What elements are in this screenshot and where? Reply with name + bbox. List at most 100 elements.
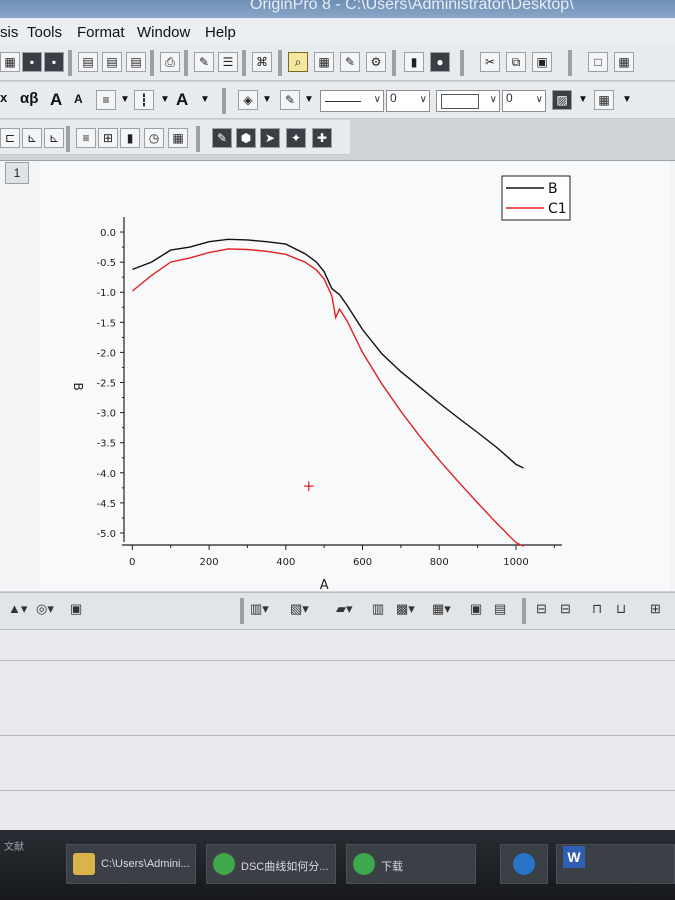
greek-button[interactable]: αβ bbox=[20, 90, 38, 107]
dropdown-arrow-icon[interactable]: ▼ bbox=[304, 94, 314, 105]
columns-icon[interactable]: ▥ bbox=[372, 601, 384, 619]
menu-tools[interactable]: Tools bbox=[27, 24, 62, 41]
plot-3d-icon[interactable]: ▰▾ bbox=[336, 601, 353, 619]
align-icon[interactable]: ≡ bbox=[96, 90, 116, 110]
layer-icon[interactable]: ⊏ bbox=[0, 128, 20, 148]
toolbar-separator bbox=[196, 126, 200, 152]
legend-group: B C1 bbox=[501, 175, 571, 221]
multi-plot-icon[interactable]: ▩▾ bbox=[396, 601, 415, 619]
copy-icon[interactable]: ⧉ bbox=[506, 52, 526, 72]
target-icon[interactable]: ◎▾ bbox=[36, 601, 54, 619]
dropdown-arrow-icon[interactable]: ▼ bbox=[622, 94, 632, 105]
cube-icon[interactable]: ▣ bbox=[70, 601, 82, 619]
import-wizard-icon[interactable]: ▤ bbox=[126, 52, 146, 72]
clock-icon[interactable]: ◷ bbox=[144, 128, 164, 148]
cloud-icon bbox=[513, 853, 535, 875]
menu-format[interactable]: Format bbox=[77, 24, 125, 41]
mask-icon[interactable]: ⬢ bbox=[236, 128, 256, 148]
print-icon[interactable]: ⎙ bbox=[160, 52, 180, 72]
distribute-icon[interactable]: ⊞ bbox=[650, 601, 661, 619]
column-icon[interactable]: ▮ bbox=[120, 128, 140, 148]
brush-icon[interactable]: ✎ bbox=[212, 128, 232, 148]
font-color-icon[interactable]: A bbox=[176, 90, 188, 110]
new-icon[interactable]: ▦ bbox=[0, 52, 20, 72]
refresh-icon[interactable]: ● bbox=[430, 52, 450, 72]
frame-icon[interactable]: ▣ bbox=[470, 601, 482, 619]
code-builder-icon[interactable]: ✎ bbox=[340, 52, 360, 72]
pattern-bars-icon[interactable]: ┇ bbox=[134, 90, 154, 110]
notes-icon[interactable]: ✎ bbox=[194, 52, 214, 72]
fill-sample bbox=[441, 94, 479, 109]
results-log-icon[interactable]: ▦ bbox=[314, 52, 334, 72]
add-layer-icon[interactable]: ▮ bbox=[404, 52, 424, 72]
hatch-pattern-icon[interactable]: ▨ bbox=[552, 90, 572, 110]
import-ascii-icon[interactable]: ▤ bbox=[78, 52, 98, 72]
increase-font-icon[interactable]: A bbox=[50, 90, 62, 110]
cut-icon[interactable]: ✂ bbox=[480, 52, 500, 72]
new-matrix-icon[interactable]: ▦ bbox=[614, 52, 634, 72]
subscript-icon[interactable]: x bbox=[0, 90, 7, 105]
line-color-icon[interactable]: ✎ bbox=[280, 90, 300, 110]
axis-layer-2-icon[interactable]: ⊾ bbox=[44, 128, 64, 148]
save-template-icon[interactable]: ▪ bbox=[44, 52, 64, 72]
dropdown-arrow-icon[interactable]: ▼ bbox=[578, 94, 588, 105]
menu-help[interactable]: Help bbox=[205, 24, 236, 41]
decrease-font-icon[interactable]: A bbox=[74, 92, 83, 106]
grid-icon[interactable]: ▦▾ bbox=[432, 601, 451, 619]
layer-stack-icon[interactable]: ▥▾ bbox=[250, 601, 269, 619]
data-reader-icon[interactable]: ✦ bbox=[286, 128, 306, 148]
x-tick-label: 0 bbox=[129, 557, 135, 568]
pattern-dropdown[interactable]: 0 ∨ bbox=[502, 90, 546, 112]
series-line-b bbox=[132, 238, 524, 469]
new-window-icon[interactable]: □ bbox=[588, 52, 608, 72]
pointer-icon[interactable]: ➤ bbox=[260, 128, 280, 148]
line-style-dropdown[interactable]: ∨ bbox=[320, 90, 384, 112]
settings-gear-icon[interactable]: ⚙ bbox=[366, 52, 386, 72]
save-icon[interactable]: ▪ bbox=[22, 52, 42, 72]
taskbar-download[interactable]: 下载 bbox=[346, 844, 476, 884]
paste-icon[interactable]: ▣ bbox=[532, 52, 552, 72]
panel-divider bbox=[0, 735, 675, 736]
taskbar-explorer[interactable]: C:\Users\Admini... bbox=[66, 844, 196, 884]
axes-group: 0.0 -0.5 -1.0 -1.5 -2.0 -2.5 -3.0 -3.5 -4.0 -4.5 -… bbox=[96, 217, 562, 568]
border-icon[interactable]: ▦ bbox=[594, 90, 614, 110]
merge-icon[interactable]: ⊞ bbox=[98, 128, 118, 148]
dropdown-arrow-icon[interactable]: ▼ bbox=[160, 94, 170, 105]
screen-reader-icon[interactable]: ✚ bbox=[312, 128, 332, 148]
line-width-dropdown[interactable]: 0 ∨ bbox=[386, 90, 430, 112]
align-top-icon[interactable]: ⊓ bbox=[592, 601, 602, 619]
folder-icon bbox=[73, 853, 95, 875]
fill-dropdown[interactable]: ∨ bbox=[436, 90, 500, 112]
menu-window[interactable]: Window bbox=[137, 24, 190, 41]
axis-layer-icon[interactable]: ⊾ bbox=[22, 128, 42, 148]
chart-icon[interactable]: ▤ bbox=[494, 601, 506, 619]
y-tick-label: -0.5 bbox=[96, 258, 116, 269]
import-multiple-icon[interactable]: ▤ bbox=[102, 52, 122, 72]
chevron-down-icon: ∨ bbox=[535, 94, 543, 105]
plot-canvas[interactable]: 0.0 -0.5 -1.0 -1.5 -2.0 -2.5 -3.0 -3.5 -4.0 -4.5 -… bbox=[40, 162, 670, 590]
zoom-icon[interactable]: ⌕ bbox=[288, 52, 308, 72]
dropdown-arrow-icon[interactable]: ▼ bbox=[200, 94, 210, 105]
y-tick-label: -3.0 bbox=[96, 409, 116, 420]
menu-analysis[interactable]: sis bbox=[0, 24, 18, 41]
fill-color-icon[interactable]: ◈ bbox=[238, 90, 258, 110]
word-icon[interactable]: W bbox=[563, 846, 585, 868]
download-icon bbox=[353, 853, 375, 875]
dropdown-arrow-icon[interactable]: ▼ bbox=[262, 94, 272, 105]
layout-icon[interactable]: ☰ bbox=[218, 52, 238, 72]
graph-page[interactable]: 0.0 -0.5 -1.0 -1.5 -2.0 -2.5 -3.0 -3.5 -4.0 -4.5 -… bbox=[40, 162, 670, 590]
y-axis-label: B bbox=[71, 383, 85, 391]
graph-layer-number[interactable]: 1 bbox=[5, 162, 29, 184]
layer-copy-icon[interactable]: ▧▾ bbox=[290, 601, 309, 619]
taskbar-browser[interactable]: DSC曲线如何分... bbox=[206, 844, 336, 884]
align-right-icon[interactable]: ⊟ bbox=[560, 601, 571, 619]
project-explorer-icon[interactable]: ⌘ bbox=[252, 52, 272, 72]
align-bottom-icon[interactable]: ⊔ bbox=[616, 601, 626, 619]
align-left-icon[interactable]: ⊟ bbox=[536, 601, 547, 619]
dropdown-arrow-icon[interactable]: ▼ bbox=[120, 94, 130, 105]
table-icon[interactable]: ▦ bbox=[168, 128, 188, 148]
list-icon[interactable]: ≡ bbox=[76, 128, 96, 148]
taskbar-cloud[interactable] bbox=[500, 844, 548, 884]
mountain-icon[interactable]: ▲▾ bbox=[8, 601, 27, 619]
y-tick-label: -5.0 bbox=[96, 529, 116, 540]
